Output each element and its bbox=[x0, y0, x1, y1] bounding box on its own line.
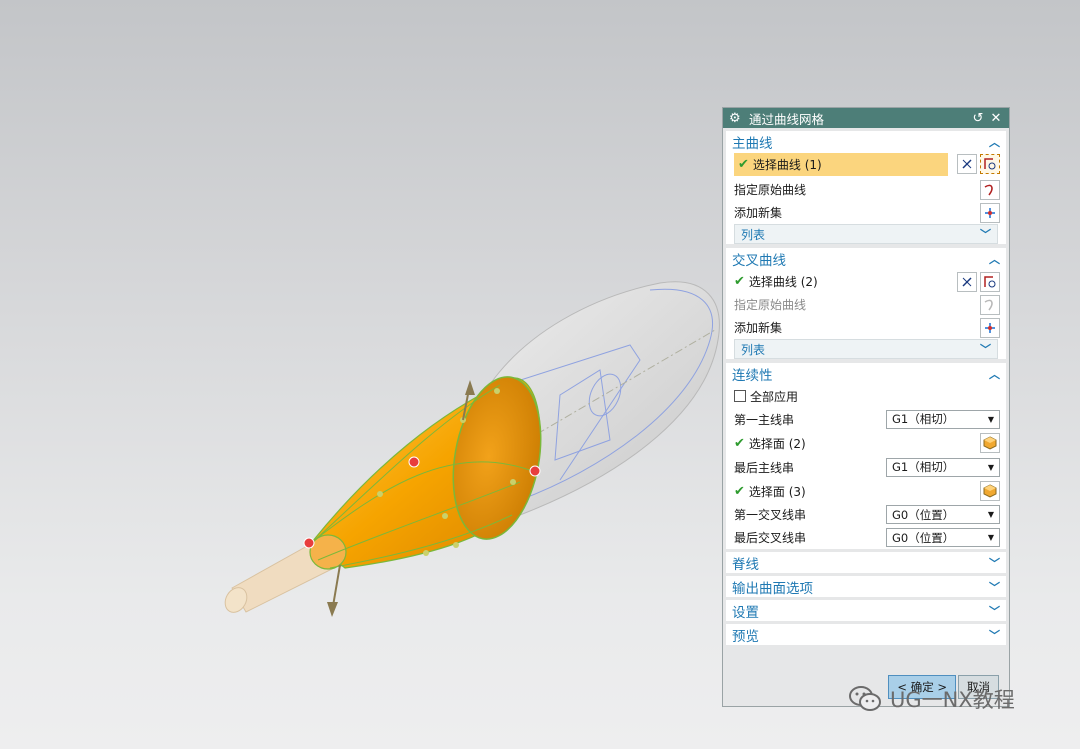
section-title: 脊线 bbox=[732, 556, 759, 573]
section-cross-curves: 交叉曲线 ︿ ✔ 选择曲线 (2) 指定原始曲线 添加新集 列表 ﹀ bbox=[726, 248, 1006, 359]
chevron-down-icon[interactable]: ﹀ bbox=[980, 341, 991, 357]
section-preview: 预览 ﹀ bbox=[726, 624, 1006, 645]
first-cross-select[interactable]: G0（位置） ▼ bbox=[886, 505, 1000, 524]
mesh-surface[interactable] bbox=[303, 370, 553, 570]
add-set-icon[interactable] bbox=[980, 317, 1000, 338]
last-cross-row: 最后交叉线串 G0（位置） ▼ bbox=[726, 526, 1006, 549]
last-primary-select[interactable]: G1（相切） ▼ bbox=[886, 457, 1000, 477]
specify-origin-row: 指定原始曲线 bbox=[726, 293, 1006, 316]
chevron-up-icon[interactable]: ︿ bbox=[989, 251, 1000, 267]
select-curve-row[interactable]: ✔ 选择曲线 (1) bbox=[734, 153, 948, 176]
add-new-set-label: 添加新集 bbox=[734, 321, 783, 335]
list-label: 列表 bbox=[741, 342, 766, 357]
dropdown-arrow-icon[interactable]: ▼ bbox=[988, 510, 994, 519]
gear-icon[interactable]: ⚙ bbox=[729, 111, 743, 126]
chevron-down-icon[interactable]: ﹀ bbox=[989, 603, 1000, 619]
origin-curve-icon bbox=[980, 294, 1000, 315]
select-curve-row[interactable]: ✔ 选择曲线 (2) bbox=[726, 270, 1006, 293]
section-primary-curves: 主曲线 ︿ ✔ 选择曲线 (1) 指定原始曲线 添加新集 列表 ﹀ bbox=[726, 131, 1006, 244]
section-title: 预览 bbox=[732, 628, 759, 645]
add-new-set-label: 添加新集 bbox=[734, 206, 783, 220]
chevron-up-icon[interactable]: ︿ bbox=[989, 134, 1000, 150]
apply-all-label: 全部应用 bbox=[750, 389, 799, 404]
watermark-text: UG一NX教程 bbox=[890, 688, 1015, 712]
select-value: G1（相切） bbox=[892, 412, 955, 426]
section-header-preview[interactable]: 预览 ﹀ bbox=[726, 624, 1006, 645]
select-face-row-1[interactable]: ✔ 选择面 (2) bbox=[726, 431, 1006, 455]
check-icon: ✔ bbox=[734, 483, 745, 499]
section-title: 输出曲面选项 bbox=[732, 580, 813, 597]
curve-rule-icon[interactable] bbox=[957, 271, 977, 292]
chevron-up-icon[interactable]: ︿ bbox=[989, 366, 1000, 382]
select-face-row-2[interactable]: ✔ 选择面 (3) bbox=[726, 479, 1006, 503]
select-value: G1（相切） bbox=[892, 460, 955, 474]
dialog-title: 通过曲线网格 bbox=[749, 111, 825, 127]
add-new-set-row[interactable]: 添加新集 bbox=[726, 316, 1006, 339]
list-toggle[interactable]: 列表 ﹀ bbox=[734, 339, 998, 359]
section-title: 主曲线 bbox=[732, 136, 773, 152]
specify-origin-label: 指定原始曲线 bbox=[734, 298, 807, 312]
wechat-icon bbox=[849, 686, 881, 711]
origin-curve-icon[interactable] bbox=[980, 179, 1000, 200]
select-curve-label: 选择曲线 (1) bbox=[752, 158, 822, 172]
chevron-down-icon[interactable]: ﹀ bbox=[989, 627, 1000, 643]
last-primary-row: 最后主线串 G1（相切） ▼ bbox=[726, 455, 1006, 479]
curve-rule-icon[interactable] bbox=[957, 154, 977, 174]
section-header-primary[interactable]: 主曲线 ︿ bbox=[726, 131, 1006, 153]
chevron-down-icon[interactable]: ﹀ bbox=[980, 226, 991, 242]
last-primary-label: 最后主线串 bbox=[734, 460, 795, 475]
section-header-continuity[interactable]: 连续性 ︿ bbox=[726, 363, 1006, 385]
apply-all-row[interactable]: 全部应用 bbox=[726, 385, 1006, 407]
specify-origin-label: 指定原始曲线 bbox=[734, 183, 807, 197]
select-curve-icon[interactable] bbox=[980, 271, 1000, 292]
select-face-label: 选择面 (2) bbox=[748, 436, 806, 451]
section-header-output[interactable]: 输出曲面选项 ﹀ bbox=[726, 576, 1006, 597]
section-settings: 设置 ﹀ bbox=[726, 600, 1006, 621]
select-value: G0（位置） bbox=[892, 530, 955, 545]
first-cross-row: 第一交叉线串 G0（位置） ▼ bbox=[726, 503, 1006, 526]
list-label: 列表 bbox=[741, 227, 766, 242]
check-icon: ✔ bbox=[734, 274, 745, 289]
section-title: 交叉曲线 bbox=[732, 253, 786, 269]
section-title: 连续性 bbox=[732, 368, 773, 384]
select-face-label: 选择面 (3) bbox=[748, 484, 806, 499]
select-face-icon[interactable] bbox=[980, 481, 1000, 501]
chevron-down-icon[interactable]: ﹀ bbox=[989, 579, 1000, 595]
last-cross-select[interactable]: G0（位置） ▼ bbox=[886, 528, 1000, 547]
section-header-spine[interactable]: 脊线 ﹀ bbox=[726, 552, 1006, 573]
section-title: 设置 bbox=[732, 604, 759, 621]
select-value: G0（位置） bbox=[892, 507, 955, 522]
select-curve-label: 选择曲线 (2) bbox=[748, 275, 818, 289]
section-header-cross[interactable]: 交叉曲线 ︿ bbox=[726, 248, 1006, 270]
select-face-icon[interactable] bbox=[980, 433, 1000, 453]
dropdown-arrow-icon[interactable]: ▼ bbox=[988, 415, 994, 424]
watermark: UG一NX教程 bbox=[848, 684, 1015, 714]
apply-all-checkbox[interactable] bbox=[734, 390, 746, 402]
first-primary-select[interactable]: G1（相切） ▼ bbox=[886, 409, 1000, 429]
dropdown-arrow-icon[interactable]: ▼ bbox=[988, 463, 994, 472]
first-primary-label: 第一主线串 bbox=[734, 412, 795, 427]
first-cross-label: 第一交叉线串 bbox=[734, 508, 807, 522]
add-new-set-row[interactable]: 添加新集 bbox=[726, 201, 1006, 224]
last-cross-label: 最后交叉线串 bbox=[734, 531, 807, 545]
section-spine: 脊线 ﹀ bbox=[726, 552, 1006, 573]
list-toggle[interactable]: 列表 ﹀ bbox=[734, 224, 998, 244]
dropdown-arrow-icon[interactable]: ▼ bbox=[988, 533, 994, 542]
specify-origin-row[interactable]: 指定原始曲线 bbox=[726, 178, 1006, 201]
close-icon[interactable]: ✕ bbox=[989, 111, 1003, 126]
add-set-icon[interactable] bbox=[980, 202, 1000, 223]
section-output-options: 输出曲面选项 ﹀ bbox=[726, 576, 1006, 597]
section-header-settings[interactable]: 设置 ﹀ bbox=[726, 600, 1006, 621]
check-icon: ✔ bbox=[734, 435, 745, 451]
first-primary-row: 第一主线串 G1（相切） ▼ bbox=[726, 407, 1006, 431]
reset-icon[interactable]: ↺ bbox=[971, 111, 985, 126]
select-curve-icon[interactable] bbox=[980, 154, 1000, 174]
through-curve-mesh-dialog: ⚙ 通过曲线网格 ↺ ✕ 主曲线 ︿ ✔ 选择曲线 (1) 指定原始曲线 添加新… bbox=[722, 107, 1010, 707]
dialog-titlebar: ⚙ 通过曲线网格 ↺ ✕ bbox=[723, 108, 1009, 128]
section-continuity: 连续性 ︿ 全部应用 第一主线串 G1（相切） ▼ ✔ 选择面 (2) 最后主线… bbox=[726, 363, 1006, 549]
chevron-down-icon[interactable]: ﹀ bbox=[989, 555, 1000, 571]
check-icon: ✔ bbox=[738, 157, 749, 172]
